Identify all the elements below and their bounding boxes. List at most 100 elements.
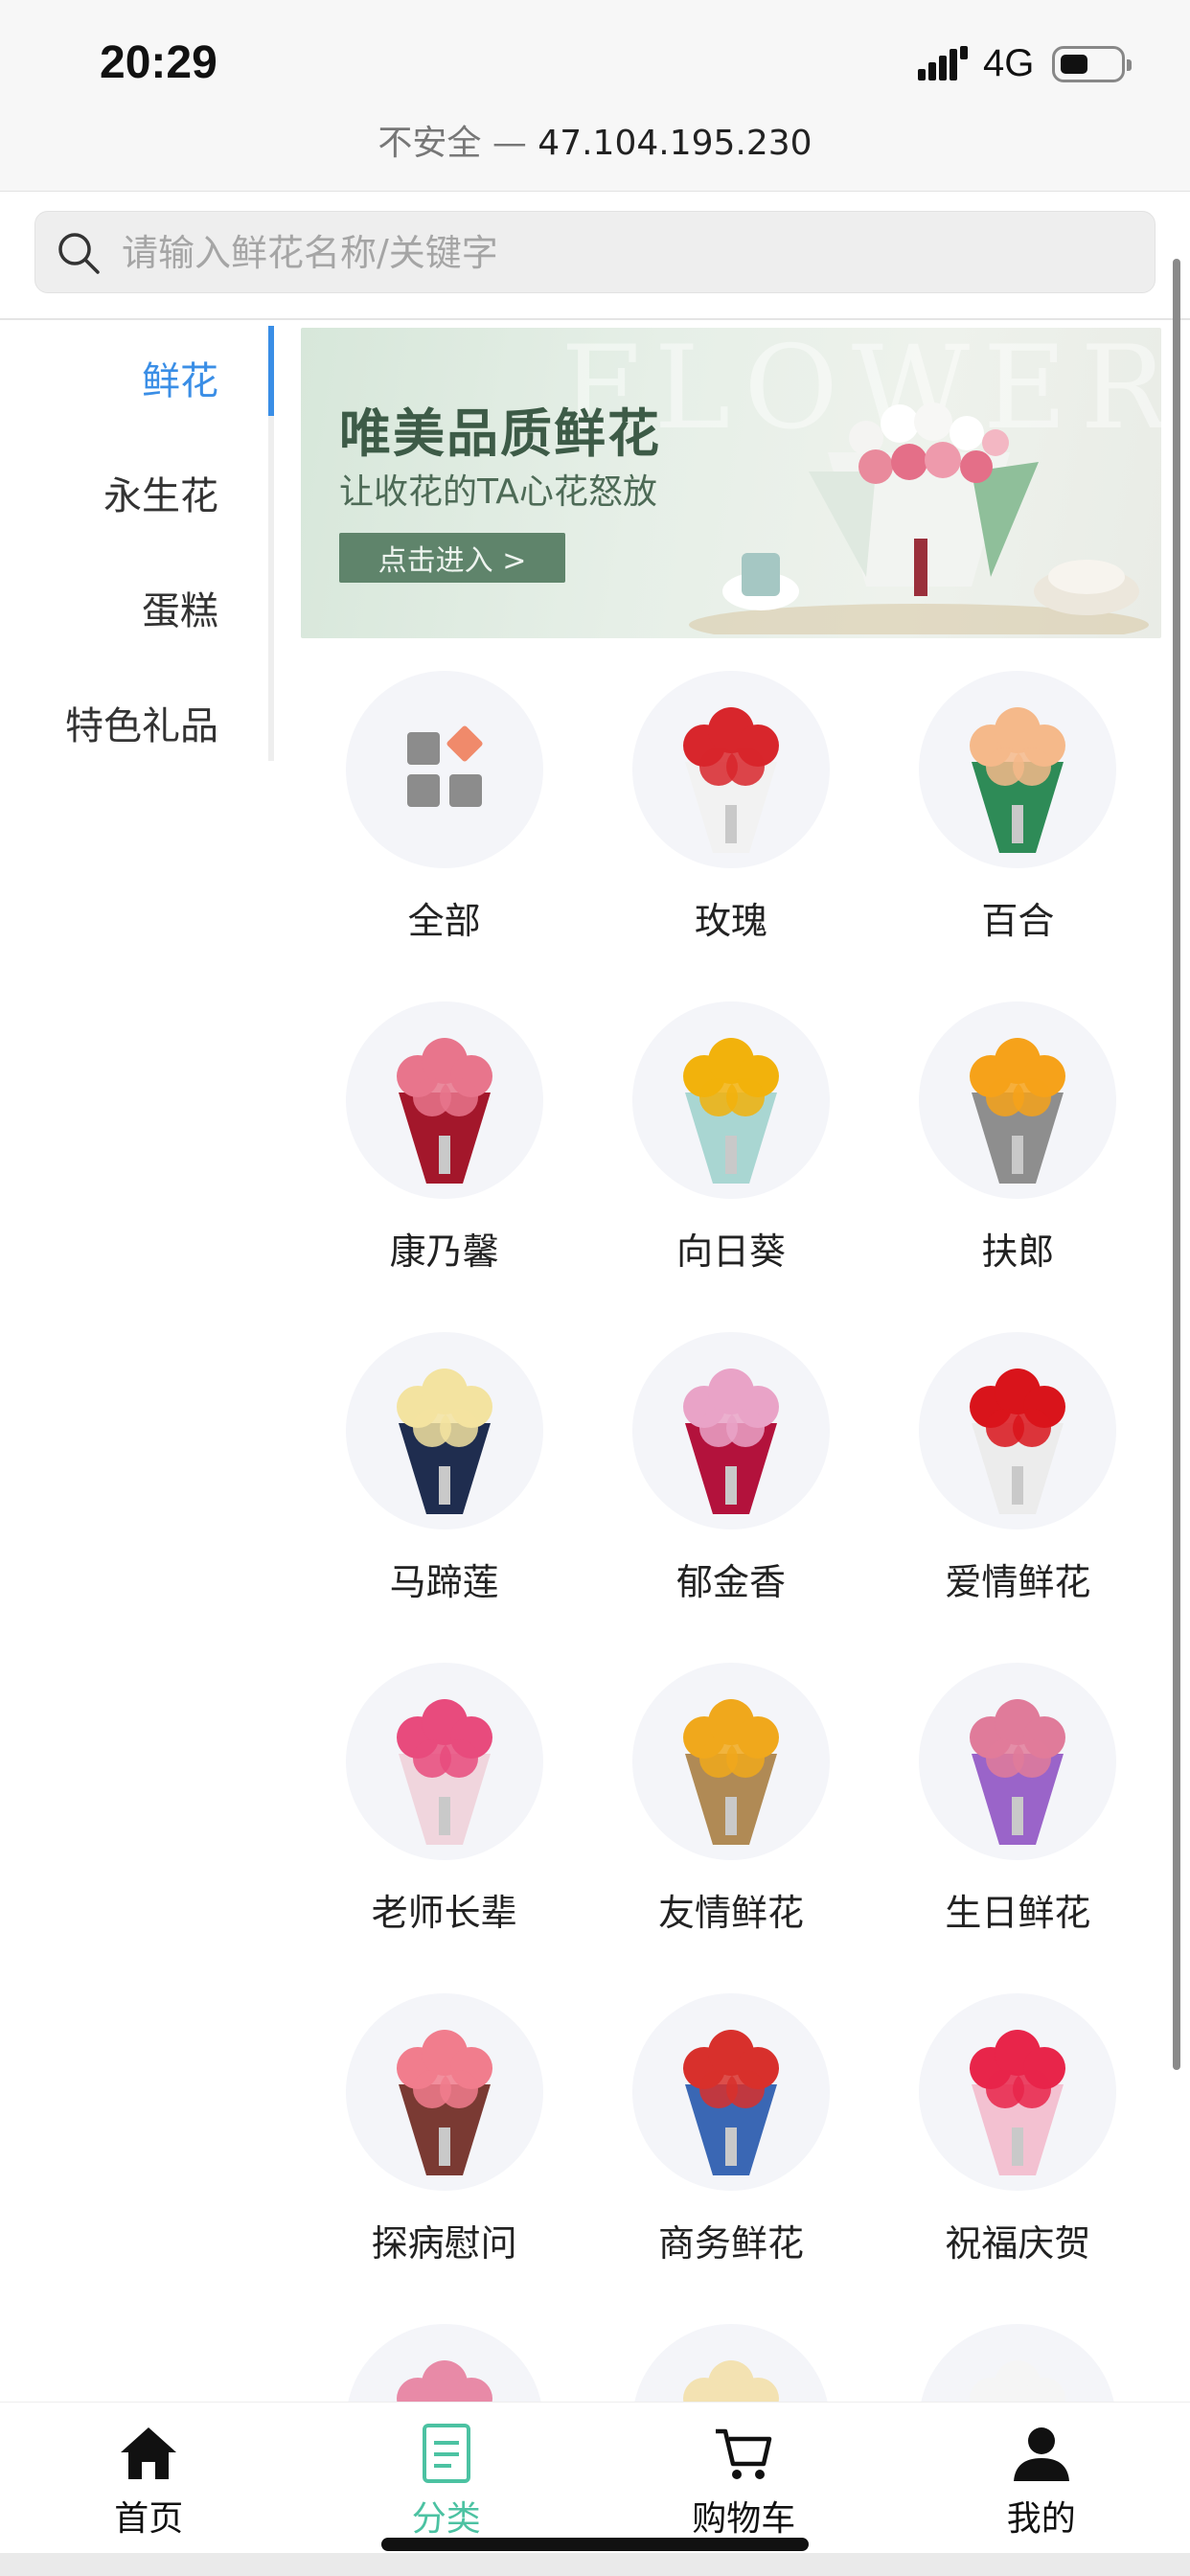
browser-top-bar: 20:29 4G 不安全 — 47.104.195.230 [0,0,1190,192]
category-sidebar: 鲜花 永生花 蛋糕 特色礼品 [0,320,278,780]
category-label: 百合 [981,900,1055,942]
category-label: 生日鲜花 [945,1892,1091,1934]
category-item[interactable]: 友情鲜花 [587,1663,874,1993]
tab-label: 分类 [411,2499,481,2539]
category-item[interactable]: 生日鲜花 [875,1663,1161,1993]
sidebar-item-label: 鲜花 [142,359,218,403]
bouquet-image [970,707,1066,853]
home-icon [121,2427,177,2479]
url-bar[interactable]: 不安全 — 47.104.195.230 [0,115,1190,165]
bouquet-image [682,1368,779,1514]
category-item[interactable]: 康乃馨 [301,1001,587,1332]
category-label: 玫瑰 [694,900,767,942]
category-label: 爱情鲜花 [945,1561,1091,1603]
category-item[interactable]: 向日葵 [587,1001,874,1332]
category-thumb [631,1332,830,1530]
home-indicator [381,2538,809,2551]
bouquet-image [682,1038,779,1184]
category-item[interactable]: 爱情鲜花 [875,1332,1161,1663]
category-item[interactable]: 郁金香 [587,1332,874,1663]
sidebar-rail [268,416,274,761]
category-item[interactable]: 扶郎 [875,1001,1161,1332]
bouquet-image [396,1368,492,1514]
status-time: 20:29 [100,37,217,88]
bouquet-image [682,707,779,853]
category-all-thumb [345,671,543,868]
tab-label: 首页 [114,2499,184,2539]
sidebar-item-label: 永生花 [103,474,218,518]
bottom-tab-bar: 首页 分类 购物车 我的 [0,2402,1190,2553]
category-label: 康乃馨 [389,1230,499,1273]
category-item[interactable]: 全部 [301,671,587,1001]
category-label: 郁金香 [675,1561,786,1603]
network-type: 4G [983,42,1035,84]
bouquet-image [682,1699,779,1845]
sidebar-item-flowers[interactable]: 鲜花 [0,320,278,435]
category-thumb [631,1663,830,1860]
tab-category[interactable]: 分类 [298,2403,596,2553]
tab-mine[interactable]: 我的 [893,2403,1190,2553]
banner-title: 唯美品质鲜花 [339,403,661,464]
tab-cart[interactable]: 购物车 [595,2403,893,2553]
user-icon [1013,2427,1069,2481]
bouquet-image [396,1699,492,1845]
search-input[interactable] [122,212,1137,294]
signal-icon [918,46,968,80]
category-item[interactable]: 老师长辈 [301,1663,587,1993]
bouquet-image [970,1699,1066,1845]
category-label: 全部 [407,900,481,942]
search-icon [58,233,100,274]
category-item[interactable]: 玫瑰 [587,671,874,1001]
tab-label: 购物车 [692,2499,796,2539]
category-item[interactable]: 探病慰问 [301,1993,587,2324]
bouquet-image [970,1038,1066,1184]
bouquet-image [970,1368,1066,1514]
category-label: 祝福庆贺 [945,2222,1091,2265]
category-thumb [631,1001,830,1199]
banner-enter-button[interactable]: 点击进入 > [339,533,565,583]
category-thumb [631,671,830,868]
security-label: 不安全 — [378,124,538,163]
page-scrollbar[interactable] [1173,259,1180,2070]
category-thumb [345,1332,543,1530]
cart-icon [716,2428,772,2479]
category-thumb [345,1663,543,1860]
sidebar-item-preserved-flowers[interactable]: 永生花 [0,435,278,550]
bouquet-image [396,1038,492,1184]
tab-home[interactable]: 首页 [0,2403,298,2553]
category-thumb [919,1001,1117,1199]
category-thumb [919,1993,1117,2191]
promo-banner[interactable]: FLOWER 唯美品质鲜花 让收花的TA心花怒放 点击进入 > [301,328,1161,638]
category-label: 友情鲜花 [657,1892,804,1934]
sidebar-item-label: 蛋糕 [142,589,218,633]
battery-icon [1052,46,1132,82]
search-area [0,192,1190,320]
category-label: 扶郎 [981,1230,1055,1273]
bottom-strip [0,2553,1190,2576]
sidebar-item-cakes[interactable]: 蛋糕 [0,550,278,665]
category-thumb [345,1993,543,2191]
sidebar-item-special-gifts[interactable]: 特色礼品 [0,665,278,780]
banner-subtitle: 让收花的TA心花怒放 [339,472,657,512]
url-host: 47.104.195.230 [538,124,812,163]
category-label: 老师长辈 [371,1892,517,1934]
category-label: 探病慰问 [371,2222,517,2265]
category-label: 马蹄莲 [389,1561,499,1603]
category-item[interactable]: 商务鲜花 [587,1993,874,2324]
category-label: 商务鲜花 [657,2222,804,2265]
sidebar-active-indicator [268,326,274,416]
category-item[interactable]: 祝福庆贺 [875,1993,1161,2324]
search-box[interactable] [34,211,1156,294]
bouquet-image [396,2030,492,2175]
bouquet-illustration [689,402,1149,634]
category-item[interactable]: 百合 [875,671,1161,1001]
bouquet-image [682,2030,779,2175]
category-thumb [919,671,1117,868]
grid-icon [406,725,483,807]
category-label: 向日葵 [675,1230,786,1273]
category-icon [422,2424,470,2483]
category-thumb [919,1332,1117,1530]
flower-category-grid: 全部 玫瑰 百合康乃馨 向日葵 扶郎马蹄莲 郁金香 爱情鲜花老师长辈 友情鲜花 生日鲜花探病慰… [301,671,1161,2576]
category-item[interactable]: 马蹄莲 [301,1332,587,1663]
category-thumb [631,1993,830,2191]
